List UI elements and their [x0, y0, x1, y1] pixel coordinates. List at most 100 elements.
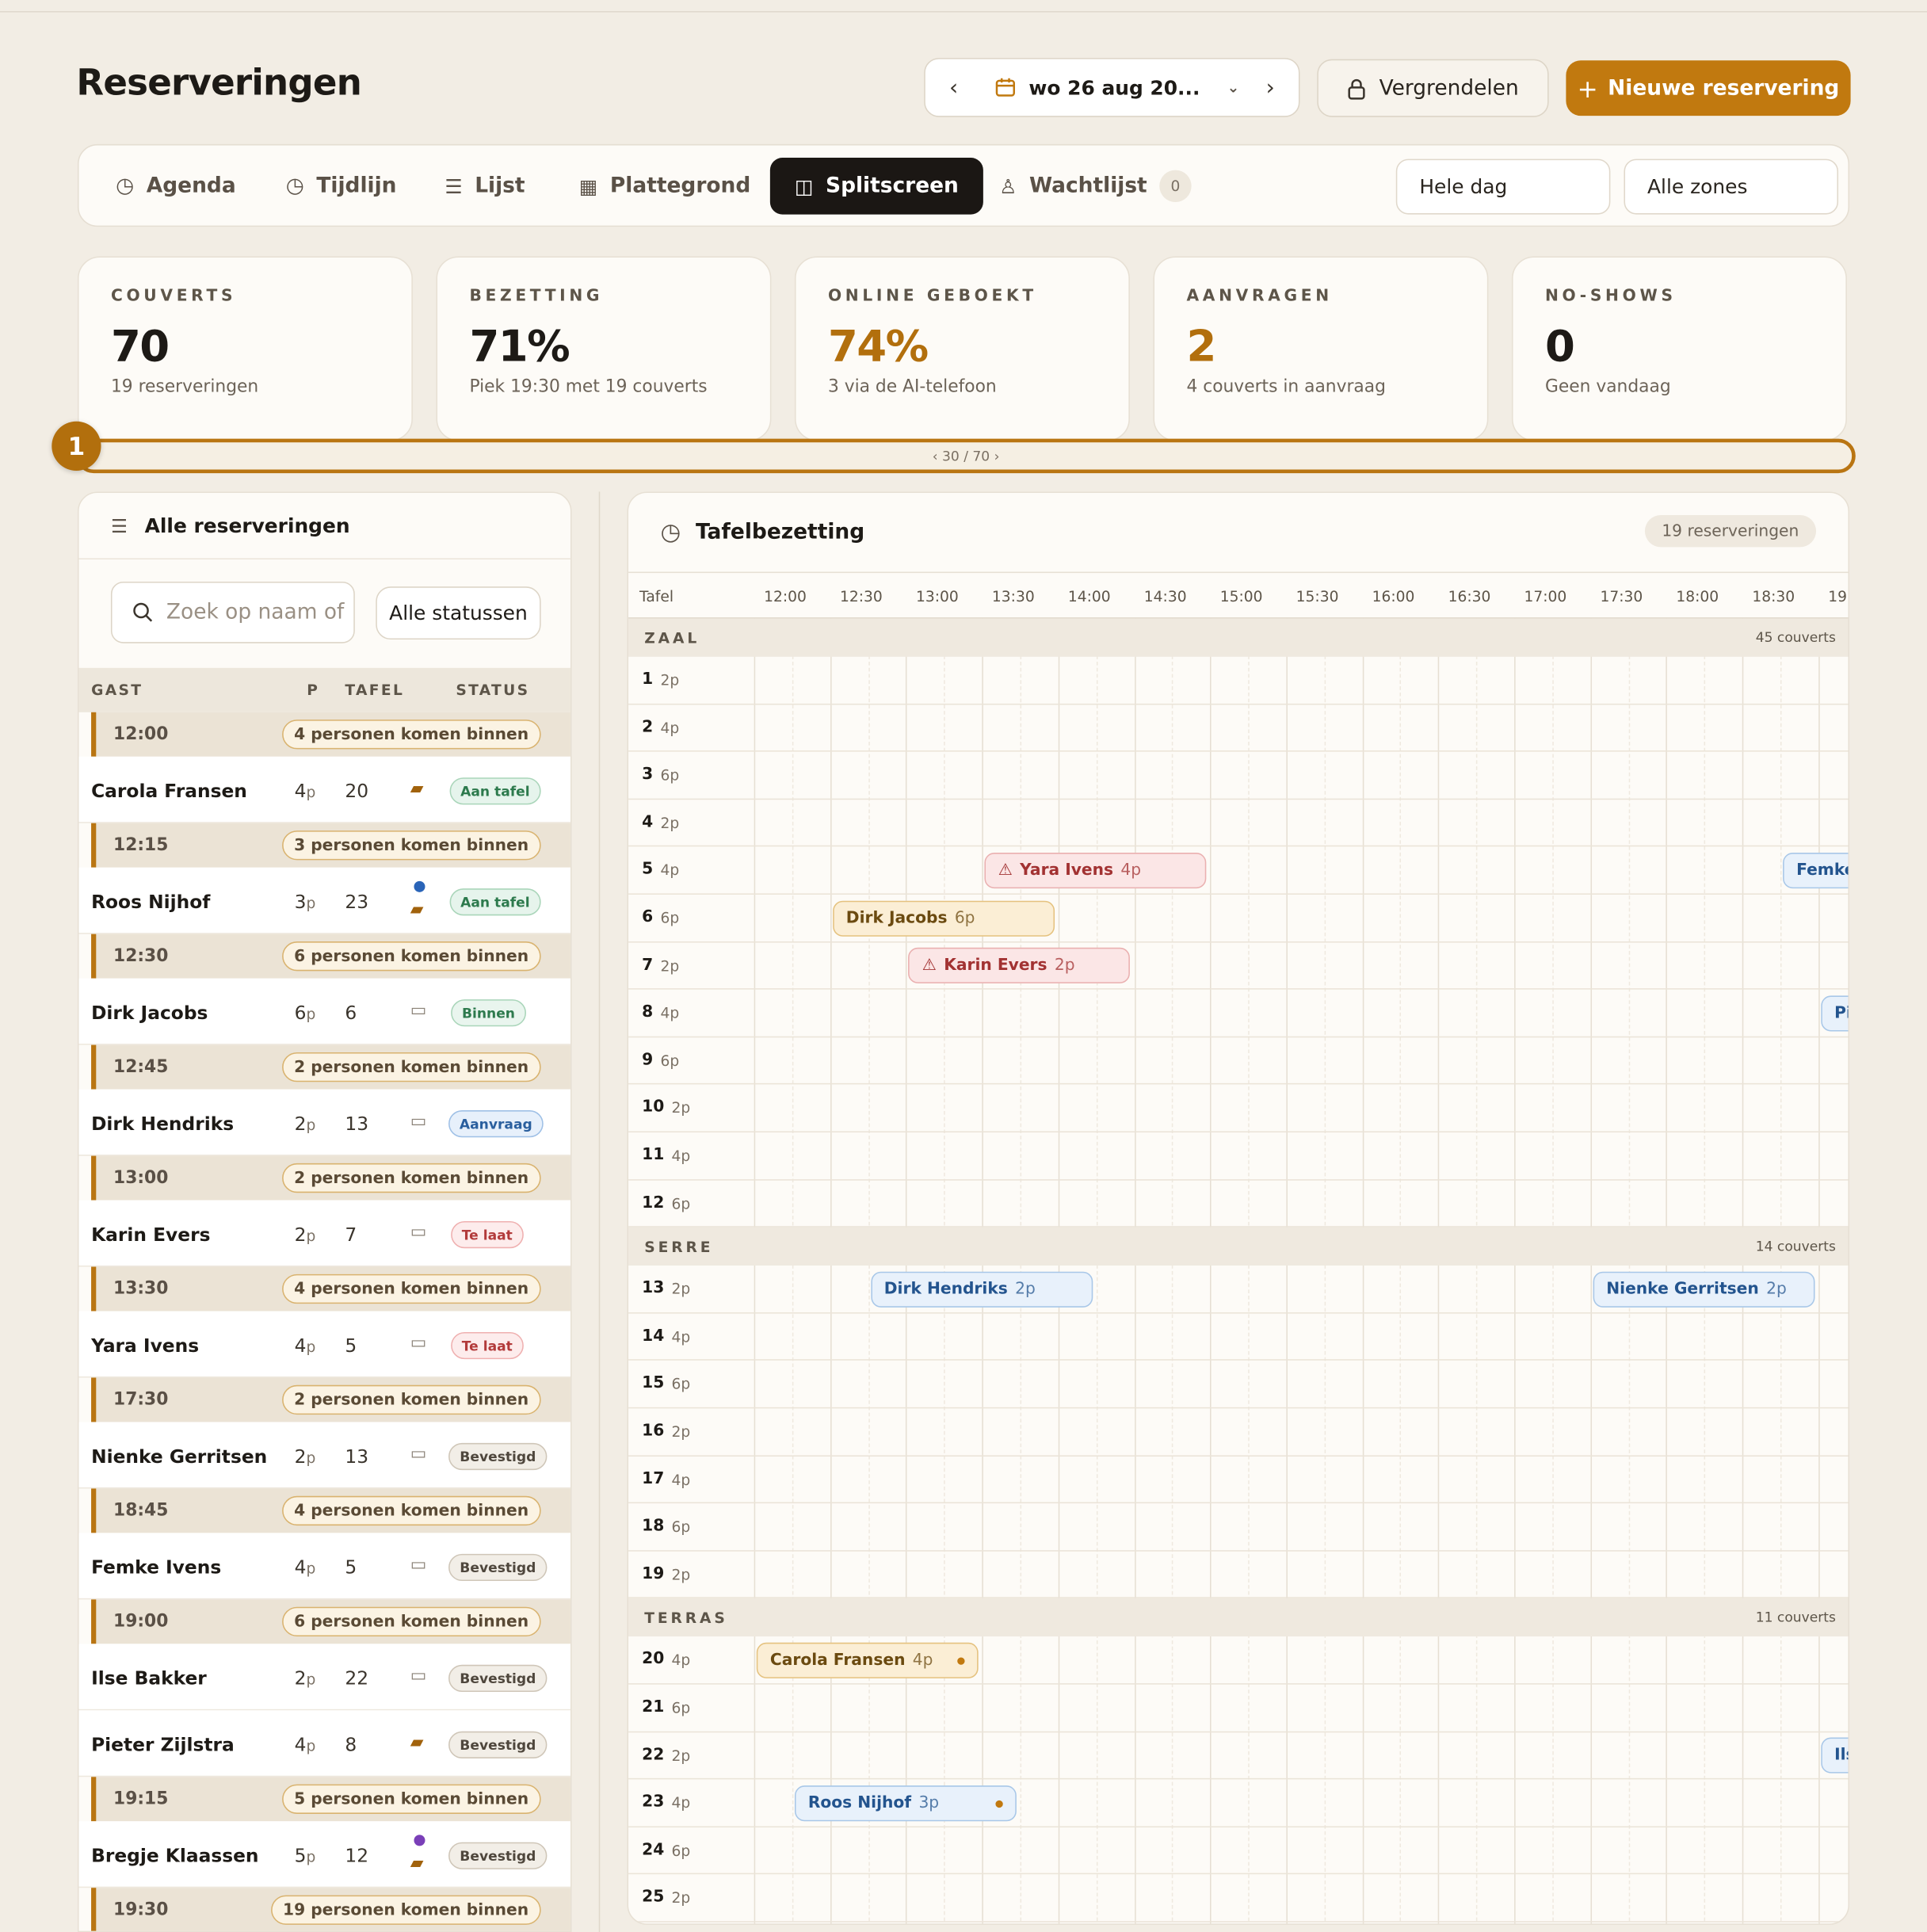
tab-agenda[interactable]: ◷ Agenda: [91, 158, 261, 215]
table-row[interactable]: 3 6p: [628, 752, 1849, 800]
booking-block[interactable]: Carola Fransen 4p: [756, 1642, 979, 1678]
date-picker[interactable]: ‹ wo 26 aug 20... ⌄ ›: [924, 58, 1300, 117]
booking-block[interactable]: ⚠ Karin Evers 2p: [908, 947, 1131, 984]
table-row[interactable]: 2 4p: [628, 704, 1849, 752]
note-icon[interactable]: ▰: [410, 1732, 424, 1752]
note-icon[interactable]: ▭: [410, 1223, 427, 1243]
note-icon[interactable]: ▰: [410, 899, 424, 919]
table-row[interactable]: 6 6p: [628, 895, 1849, 942]
table-row[interactable]: 15 6p: [628, 1361, 1849, 1409]
table-number: 13: [642, 1279, 665, 1298]
status-badge[interactable]: Aan tafel: [449, 777, 541, 805]
table-capacity: 6p: [660, 909, 680, 927]
reservation-row[interactable]: Dirk Jacobs 6p 6 ▭ Binnen: [78, 978, 570, 1045]
note-icon[interactable]: ▭: [410, 1666, 427, 1686]
table-row[interactable]: 5 4p: [628, 847, 1849, 895]
reservation-row[interactable]: Yara Ivens 4p 5 ▭ Te laat: [78, 1311, 570, 1378]
time-filter[interactable]: Hele dag: [1395, 158, 1611, 215]
search-input[interactable]: Zoek op naam of: [110, 581, 355, 643]
booking-block[interactable]: Dirk Jacobs 6p: [832, 899, 1055, 937]
note-icon[interactable]: ▭: [410, 1555, 427, 1575]
slot-time: 12:45: [113, 1057, 169, 1078]
booking-block[interactable]: Pi: [1820, 995, 1849, 1032]
status-filter[interactable]: Alle statussen: [376, 586, 541, 640]
tab-plattegrond[interactable]: ▦ Plattegrond: [555, 158, 776, 215]
reservation-row[interactable]: Femke Ivens 4p 5 ▭ Bevestigd: [78, 1533, 570, 1600]
table-number: 12: [642, 1193, 665, 1212]
table-row[interactable]: 18 6p: [628, 1503, 1849, 1552]
status-badge[interactable]: Bevestigd: [448, 1842, 548, 1869]
table-row[interactable]: 14 4p: [628, 1313, 1849, 1361]
tab-label: Wachtlijst: [1028, 174, 1147, 199]
table-row[interactable]: 11 4p: [628, 1132, 1849, 1181]
reservation-row[interactable]: Pieter Zijlstra 4p 8 ▰ Bevestigd: [78, 1710, 570, 1777]
table-row[interactable]: 7 2p: [628, 942, 1849, 990]
booking-block[interactable]: Roos Nijhof 3p: [794, 1785, 1017, 1821]
reservation-row[interactable]: Ilse Bakker 2p 22 ▭ Bevestigd: [78, 1644, 570, 1711]
note-icon[interactable]: ▭: [410, 1333, 427, 1353]
booking-block[interactable]: Dirk Hendriks 2p: [870, 1271, 1093, 1308]
tab-tijdlijn[interactable]: ◷ Tijdlijn: [261, 158, 422, 215]
booking-block[interactable]: ⚠ Yara Ivens 4p: [984, 852, 1207, 888]
table-row[interactable]: 4 2p: [628, 800, 1849, 847]
note-icon[interactable]: ▰: [410, 779, 424, 799]
table-row[interactable]: 21 6p: [628, 1685, 1849, 1732]
status-badge[interactable]: Te laat: [450, 1331, 524, 1360]
table-row[interactable]: 9 6p: [628, 1037, 1849, 1085]
table-row[interactable]: 25 2p: [628, 1875, 1849, 1922]
note-icon[interactable]: ▰: [410, 1854, 424, 1873]
table-col-label: Tafel: [639, 587, 674, 605]
status-badge[interactable]: Bevestigd: [448, 1731, 548, 1758]
table-capacity: 4p: [660, 861, 680, 880]
reservation-row[interactable]: Karin Evers 2p 7 ▭ Te laat: [78, 1200, 570, 1267]
new-reservation-button[interactable]: + Nieuwe reservering: [1566, 60, 1851, 116]
status-badge[interactable]: Aanvraag: [448, 1110, 544, 1138]
date-display[interactable]: wo 26 aug 20... ⌄: [982, 76, 1242, 99]
status-dot: [957, 1657, 965, 1665]
table-row[interactable]: 16 2p: [628, 1408, 1849, 1457]
table-number: 25: [642, 1888, 665, 1907]
note-icon[interactable]: ▭: [410, 1112, 427, 1132]
party-size: 2p: [294, 1224, 316, 1247]
tab-lijst[interactable]: ☰ Lijst: [420, 158, 549, 215]
status-badge[interactable]: Binnen: [450, 999, 526, 1027]
table-row[interactable]: 8 4p: [628, 990, 1849, 1037]
table-capacity: 2p: [671, 1423, 691, 1441]
table-row[interactable]: 17 4p: [628, 1456, 1849, 1504]
chevron-right-icon[interactable]: ›: [1242, 74, 1299, 101]
booking-block[interactable]: Femke: [1782, 852, 1849, 888]
table-row[interactable]: 1 2p: [628, 657, 1849, 704]
reservation-row[interactable]: Carola Fransen 4p 20 ▰ Aan tafel: [78, 756, 570, 823]
tag-dot: [414, 880, 425, 892]
table-capacity: 2p: [660, 956, 680, 975]
table-row[interactable]: 12 6p: [628, 1180, 1849, 1228]
table-row[interactable]: 19 2p: [628, 1551, 1849, 1599]
lock-button[interactable]: Vergrendelen: [1317, 59, 1549, 117]
table-capacity: 4p: [671, 1794, 691, 1812]
status-badge[interactable]: Bevestigd: [448, 1553, 548, 1582]
reservation-row[interactable]: Roos Nijhof 3p 23 ▰ Aan tafel: [78, 867, 570, 934]
kpi-card-couverts: COUVERTS 70 19 reserveringen: [77, 256, 413, 441]
booking-block[interactable]: Nienke Gerritsen 2p: [1593, 1271, 1815, 1308]
slot-arrivals-pill: 3 personen komen binnen: [281, 830, 541, 861]
zone-filter[interactable]: Alle zones: [1624, 158, 1839, 215]
table-row[interactable]: 24 6p: [628, 1827, 1849, 1875]
reservation-row[interactable]: Nienke Gerritsen 2p 13 ▭ Bevestigd: [78, 1422, 570, 1489]
status-badge[interactable]: Bevestigd: [448, 1664, 548, 1693]
table-row[interactable]: 22 2p: [628, 1732, 1849, 1780]
progress-label: ‹ 30 / 70 ›: [932, 448, 1000, 464]
note-icon[interactable]: ▭: [410, 1001, 427, 1021]
split-divider[interactable]: [598, 491, 601, 1932]
chevron-left-icon[interactable]: ‹: [925, 74, 983, 101]
booking-block[interactable]: Ils: [1820, 1737, 1849, 1774]
status-badge[interactable]: Te laat: [450, 1220, 524, 1249]
tag-dot: [414, 1835, 425, 1846]
tab-splitscreen[interactable]: ◫ Splitscreen: [769, 158, 983, 215]
status-badge[interactable]: Aan tafel: [449, 888, 541, 916]
tab-wachtlijst[interactable]: ♙ Wachtlijst 0: [975, 158, 1216, 215]
reservation-row[interactable]: Dirk Hendriks 2p 13 ▭ Aanvraag: [78, 1089, 570, 1156]
note-icon[interactable]: ▭: [410, 1444, 427, 1464]
table-row[interactable]: 10 2p: [628, 1085, 1849, 1133]
reservation-row[interactable]: Bregje Klaassen 5p 12 ▰ Bevestigd: [78, 1821, 570, 1888]
status-badge[interactable]: Bevestigd: [448, 1442, 548, 1471]
